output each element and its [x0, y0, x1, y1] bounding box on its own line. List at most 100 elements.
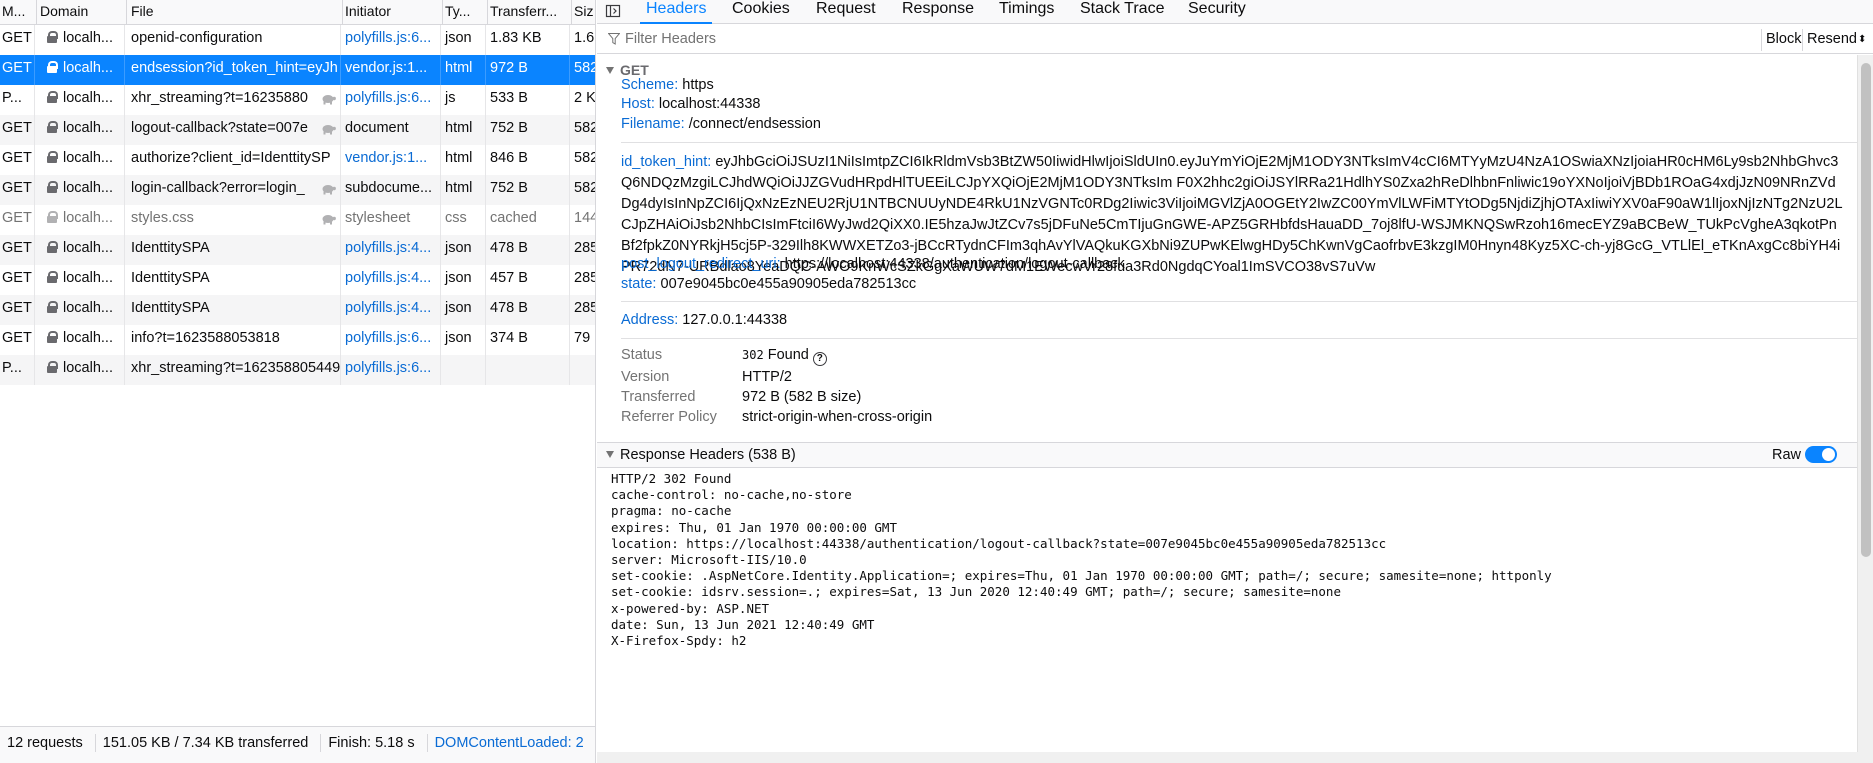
- response-header-line: cache-control: no-cache,no-store: [611, 487, 852, 503]
- get-section-toggle[interactable]: GET: [597, 58, 1857, 82]
- filename-row: Filename: /connect/endsession: [621, 116, 821, 132]
- response-header-line: date: Sun, 13 Jun 2021 12:40:49 GMT: [611, 616, 875, 632]
- request-file: openid-configuration: [129, 25, 341, 55]
- turtle-slow-icon: [322, 125, 336, 135]
- request-row[interactable]: GET localh... logout-callback?state=007e do…: [0, 115, 595, 145]
- request-type: json: [443, 25, 486, 55]
- column-header-type[interactable]: Ty...: [443, 0, 488, 25]
- resend-button[interactable]: Resend⬍: [1802, 29, 1870, 51]
- request-size: 285: [574, 300, 596, 316]
- request-initiator[interactable]: polyfills.js:6...: [343, 85, 441, 115]
- request-type: html: [443, 115, 486, 145]
- request-domain: localh...: [39, 295, 125, 325]
- request-file: authorize?client_id=IdenttitySP: [129, 145, 341, 175]
- request-row[interactable]: GET localh... info?t=1623588053818 polyfill…: [0, 325, 595, 355]
- request-row[interactable]: GET localh... IdenttitySPA polyfills.js:4..…: [0, 265, 596, 295]
- tab-timings[interactable]: Timings: [999, 0, 1054, 24]
- request-initiator[interactable]: polyfills.js:4...: [343, 265, 441, 295]
- resend-label: Resend: [1807, 31, 1857, 47]
- request-type: html: [443, 145, 486, 175]
- request-initiator: subdocume...: [343, 175, 441, 205]
- turtle-slow-icon: [322, 215, 336, 225]
- host-row: Host: localhost:44338: [621, 96, 761, 112]
- request-initiator[interactable]: polyfills.js:4...: [343, 295, 441, 325]
- request-method: GET: [0, 205, 35, 235]
- request-row[interactable]: P... localh... xhr_streaming?t=16235880 pol…: [0, 85, 595, 115]
- request-type: css: [443, 205, 486, 235]
- lock-icon: [47, 181, 58, 193]
- request-initiator[interactable]: polyfills.js:6...: [343, 25, 441, 55]
- dropdown-arrows-icon: ⬍: [1857, 34, 1867, 45]
- request-size: 144: [574, 210, 596, 226]
- response-header-line: x-powered-by: ASP.NET: [611, 600, 770, 616]
- request-row[interactable]: GET localh... login-callback?error=login_ s…: [0, 175, 596, 205]
- request-method: P...: [0, 85, 35, 115]
- column-header-size[interactable]: Siz: [572, 0, 595, 25]
- request-method: GET: [0, 55, 35, 85]
- tab-headers[interactable]: Headers: [639, 0, 714, 24]
- lock-icon: [47, 211, 58, 223]
- column-header-domain[interactable]: Domain: [37, 0, 127, 25]
- response-header-line: set-cookie: .AspNetCore.Identity.Applica…: [611, 568, 1552, 584]
- column-header-transferred[interactable]: Transferr...: [488, 0, 572, 25]
- request-size: 582: [574, 60, 596, 76]
- vertical-scrollbar[interactable]: [1857, 55, 1873, 763]
- request-initiator[interactable]: vendor.js:1...: [343, 55, 441, 85]
- request-file: info?t=1623588053818: [129, 325, 341, 355]
- request-row[interactable]: GET localh... IdenttitySPA polyfills.js:4..…: [0, 235, 595, 265]
- request-row[interactable]: P... localh... xhr_streaming?t=16235880544…: [0, 355, 595, 385]
- scrollbar-thumb[interactable]: [1861, 63, 1871, 557]
- response-header-line: expires: Thu, 01 Jan 1970 00:00:00 GMT: [611, 519, 897, 535]
- column-header-file[interactable]: File: [127, 0, 343, 25]
- filter-headers-input[interactable]: [625, 28, 1525, 50]
- lock-icon: [47, 31, 58, 43]
- request-type: json: [443, 235, 486, 265]
- tab-response[interactable]: Response: [902, 0, 974, 24]
- toggle-sidebar-icon[interactable]: [605, 3, 621, 19]
- request-domain: localh...: [39, 235, 125, 265]
- column-header-initiator[interactable]: Initiator: [343, 0, 443, 25]
- request-initiator[interactable]: vendor.js:1...: [343, 145, 441, 175]
- request-domain: localh...: [39, 325, 125, 355]
- request-row[interactable]: GET localh... openid-configuration polyfill…: [0, 25, 595, 55]
- request-initiator[interactable]: polyfills.js:6...: [343, 325, 441, 355]
- headers-content: GET Scheme: https Host: localhost:44338 …: [597, 55, 1857, 763]
- request-method: GET: [0, 235, 35, 265]
- transfer-size: 151.05 KB / 7.34 KB transferred: [96, 734, 322, 752]
- tab-request[interactable]: Request: [816, 0, 876, 24]
- request-transferred: 457 B: [488, 265, 570, 295]
- lock-icon: [47, 361, 58, 373]
- request-type: json: [443, 325, 486, 355]
- request-file: IdenttitySPA: [129, 295, 341, 325]
- tab-security[interactable]: Security: [1188, 0, 1246, 24]
- request-size: 582: [574, 180, 596, 196]
- request-file: IdenttitySPA: [129, 235, 341, 265]
- request-row[interactable]: GET localh... endsession?id_token_hint=eyJ…: [0, 55, 596, 85]
- request-size: 285: [574, 270, 596, 286]
- request-row[interactable]: GET localh... authorize?client_id=Identtit…: [0, 145, 595, 175]
- tab-cookies[interactable]: Cookies: [732, 0, 790, 24]
- request-row[interactable]: GET localh... styles.css stylesheet css cache…: [0, 205, 596, 235]
- tab-stack-trace[interactable]: Stack Trace: [1080, 0, 1164, 24]
- request-transferred: 1.83 KB: [488, 25, 570, 55]
- request-row[interactable]: GET localh... IdenttitySPA polyfills.js:4..…: [0, 295, 596, 325]
- turtle-slow-icon: [322, 185, 336, 195]
- request-transferred: 374 B: [488, 325, 570, 355]
- response-header-line: X-Firefox-Spdy: h2: [611, 633, 747, 649]
- column-header-method[interactable]: M...: [0, 0, 37, 25]
- block-button[interactable]: Block: [1761, 29, 1805, 51]
- response-header-line: location: https://localhost:44338/authen…: [611, 535, 1387, 551]
- request-method: GET: [0, 265, 35, 295]
- lock-icon: [47, 151, 58, 163]
- request-transferred: 972 B: [488, 55, 570, 85]
- request-transferred: 478 B: [488, 235, 570, 265]
- bottom-strip: [597, 752, 1873, 763]
- request-method: GET: [0, 145, 35, 175]
- response-headers-toggle[interactable]: Response Headers (538 B) Raw: [597, 442, 1857, 468]
- request-initiator[interactable]: polyfills.js:4...: [343, 235, 441, 265]
- request-initiator[interactable]: polyfills.js:6...: [343, 355, 441, 385]
- raw-toggle[interactable]: [1805, 446, 1837, 463]
- network-status-bar: 12 requests 151.05 KB / 7.34 KB transferr…: [0, 726, 595, 763]
- help-icon[interactable]: ?: [812, 352, 827, 366]
- response-header-line: pragma: no-cache: [611, 503, 732, 519]
